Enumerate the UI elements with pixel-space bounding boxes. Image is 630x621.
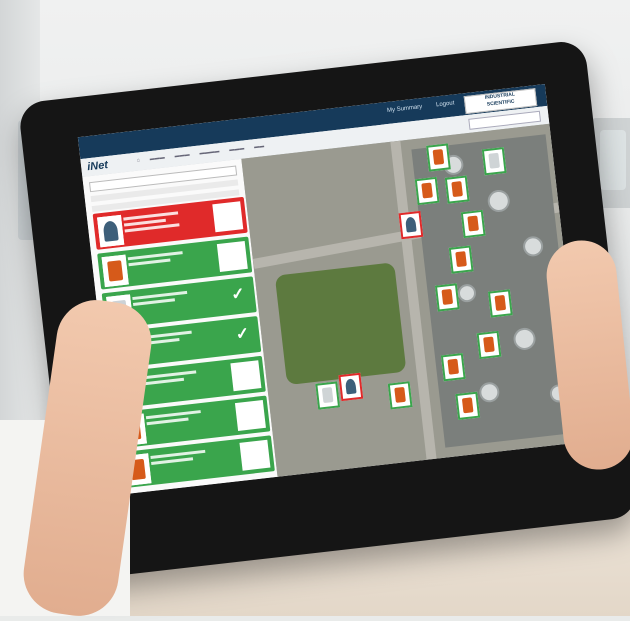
card-readings — [234, 399, 266, 431]
nav-item[interactable]: ▬▬▬ — [174, 152, 190, 160]
nav-item[interactable]: ▬▬ — [254, 143, 265, 150]
home-icon[interactable]: ⌂ — [137, 157, 141, 163]
map-marker-alarm[interactable] — [398, 210, 424, 240]
map-marker-detector[interactable] — [414, 176, 440, 206]
desk-object-screen — [600, 130, 626, 190]
card-text — [123, 211, 180, 235]
nav-item[interactable]: ▬▬▬▬ — [199, 148, 220, 156]
card-text — [132, 290, 188, 309]
map-marker-detector[interactable] — [426, 143, 451, 172]
map-marker-detector[interactable] — [387, 381, 413, 410]
card-text — [150, 449, 206, 468]
map-marker-detector[interactable] — [455, 391, 481, 420]
card-readings — [212, 201, 244, 233]
card-text — [141, 370, 197, 388]
map-marker-detector[interactable] — [476, 330, 502, 360]
card-text — [127, 251, 184, 269]
top-links: My Summary Logout — [387, 100, 455, 114]
map-marker-detector[interactable] — [434, 283, 460, 312]
gas-detector-icon — [101, 254, 129, 288]
worker-icon — [97, 214, 125, 248]
my-summary-link[interactable]: My Summary — [387, 104, 423, 114]
nav-item[interactable]: ▬▬▬ — [149, 155, 165, 163]
map-marker-monitor[interactable] — [315, 381, 341, 410]
logout-link[interactable]: Logout — [436, 100, 455, 108]
map-marker-detector[interactable] — [444, 175, 470, 204]
card-text — [145, 410, 202, 428]
map-marker-detector[interactable] — [460, 209, 486, 239]
map-field — [274, 262, 407, 386]
check-icon: ✓ — [230, 285, 246, 304]
card-readings — [216, 240, 248, 272]
app-logo: iNet — [86, 159, 109, 174]
map-marker-detector[interactable] — [487, 289, 513, 318]
card-readings — [239, 439, 271, 471]
check-icon: ✓ — [234, 325, 251, 344]
satellite-map[interactable] — [241, 123, 586, 477]
card-readings — [230, 360, 262, 392]
map-marker-monitor[interactable] — [481, 147, 507, 176]
map-marker-detector[interactable] — [440, 353, 466, 382]
tablet-screen: My Summary Logout INDUSTRIAL SCIENTIFIC … — [77, 84, 586, 495]
nav-item[interactable]: ▬▬▬ — [229, 145, 245, 153]
map-marker-worker[interactable] — [338, 372, 364, 402]
map-marker-detector[interactable] — [448, 245, 474, 274]
